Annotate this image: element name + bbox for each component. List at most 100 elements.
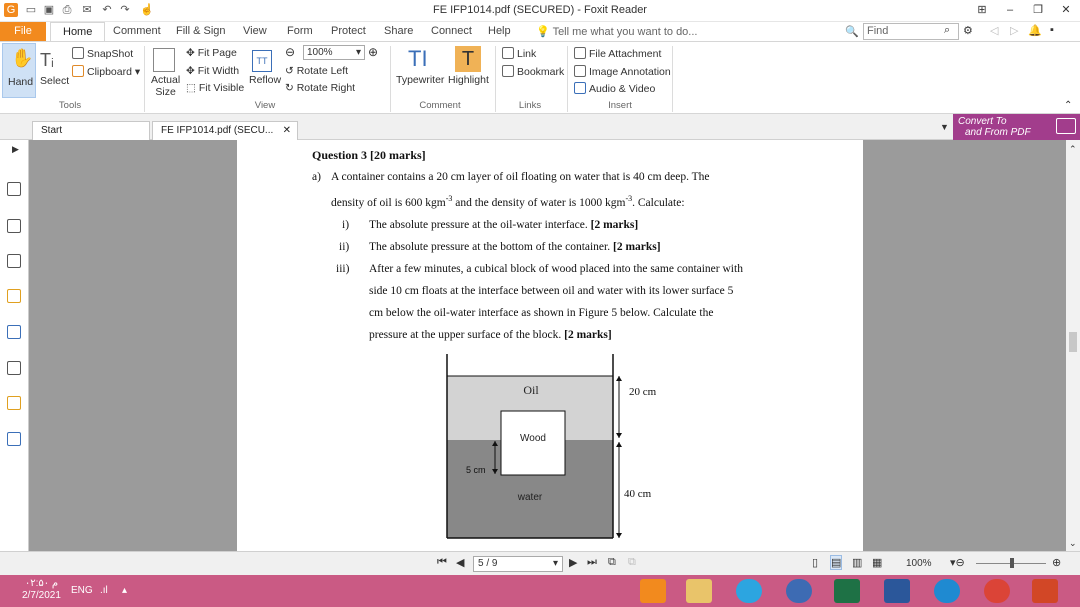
signal-icon[interactable]: .ıl [100, 585, 108, 596]
zoom-level[interactable]: 100% [906, 558, 932, 569]
tab-file[interactable]: File [0, 22, 46, 41]
prev-result-icon[interactable]: ◁ [990, 24, 998, 37]
language-indicator[interactable]: ENG [71, 585, 93, 596]
snapshot-button[interactable]: SnapShot [72, 47, 133, 60]
convert-pdf-banner[interactable]: Convert To and From PDF [953, 114, 1080, 140]
select-tool-button[interactable]: Select [40, 75, 69, 87]
chrome-icon[interactable] [984, 579, 1010, 603]
tab-fill-sign[interactable]: Fill & Sign [176, 25, 226, 37]
excel-icon[interactable] [834, 579, 860, 603]
tools-panel-icon[interactable] [7, 432, 21, 446]
iii-line-2: side 10 cm floats at the interface betwe… [369, 284, 734, 297]
bell-icon[interactable]: 🔔 [1028, 24, 1042, 37]
typewriter-button[interactable]: Typewriter [396, 74, 444, 86]
tab-connect[interactable]: Connect [431, 25, 472, 37]
tab-start[interactable]: Start [32, 121, 150, 140]
tray-expand-icon[interactable]: ▴ [122, 585, 127, 596]
a-text-4: . Calculate: [632, 196, 685, 209]
hand-tool-button[interactable]: ✋ Hand [2, 43, 36, 98]
next-view-icon[interactable]: ⧉ [628, 556, 636, 569]
a-label: a) [312, 171, 321, 183]
previous-view-icon[interactable]: ⧉ [608, 556, 616, 569]
image-annotation-button[interactable]: Image Annotation [574, 65, 671, 78]
continuous-facing-icon[interactable]: ▦ [872, 556, 882, 569]
comments-panel-icon[interactable] [7, 289, 21, 303]
clock[interactable]: م ۰۲:۵۰ 2/7/2021 [22, 578, 61, 602]
signature-panel-icon[interactable] [7, 361, 21, 375]
gear-icon[interactable]: ⚙ [963, 24, 973, 37]
tab-help[interactable]: Help [488, 25, 511, 37]
fit-visible-icon: ⬚ [186, 82, 199, 94]
facing-page-icon[interactable]: ▥ [852, 556, 862, 569]
search-icon[interactable]: ⌕ [944, 24, 950, 37]
rotate-left-icon: ↺ [285, 65, 297, 77]
group-tools-label: Tools [58, 100, 82, 111]
tab-protect[interactable]: Protect [331, 25, 366, 37]
security-panel-icon[interactable] [7, 396, 21, 410]
scroll-thumb[interactable] [1069, 332, 1077, 352]
reflow-button[interactable]: Reflow [249, 74, 281, 86]
continuous-page-icon[interactable]: ▤ [830, 555, 843, 570]
minimize-button[interactable]: – [1000, 2, 1020, 18]
vertical-scrollbar[interactable]: ⌃ ⌄ [1066, 140, 1080, 551]
snapshot-label: SnapShot [87, 48, 134, 60]
close-tab-icon[interactable]: ✕ [283, 125, 291, 136]
file-attachment-button[interactable]: File Attachment [574, 47, 661, 60]
powerpoint-icon[interactable] [1032, 579, 1058, 603]
bookmarks-panel-icon[interactable] [7, 182, 21, 196]
scroll-down-icon[interactable]: ⌄ [1069, 538, 1077, 549]
next-result-icon[interactable]: ▷ [1010, 24, 1018, 37]
zoom-select[interactable]: 100% ▾ [303, 45, 365, 60]
previous-page-icon[interactable]: ◀ [456, 556, 464, 569]
zoom-in-status-icon[interactable]: ⊕ [1052, 556, 1061, 569]
collapse-ribbon-icon[interactable]: ⌃ [1064, 100, 1072, 111]
zoom-in-icon[interactable]: ⊕ [368, 45, 378, 59]
dim-40-label: 40 cm [624, 488, 652, 500]
tab-list-icon[interactable]: ▼ [940, 122, 949, 132]
layers-panel-icon[interactable] [7, 254, 21, 268]
highlight-button[interactable]: Highlight [448, 74, 489, 86]
word-icon[interactable] [884, 579, 910, 603]
rotate-right-button[interactable]: ↻ Rotate Right [285, 82, 355, 94]
tab-home[interactable]: Home [50, 22, 106, 42]
app-icon[interactable] [786, 579, 812, 603]
actual-size-button[interactable]: Actual Size [151, 74, 180, 98]
dim-40-arrow-bottom [616, 533, 622, 538]
fit-page-button[interactable]: ✥ Fit Page [186, 47, 237, 59]
fit-visible-button[interactable]: ⬚ Fit Visible [186, 82, 244, 94]
audio-video-button[interactable]: Audio & Video [574, 82, 655, 95]
last-page-icon[interactable]: ⏭ [587, 556, 597, 569]
scroll-up-icon[interactable]: ⌃ [1069, 144, 1077, 155]
tab-view[interactable]: View [243, 25, 267, 37]
close-button[interactable]: ✕ [1056, 2, 1076, 18]
first-page-icon[interactable]: ⏮ [437, 556, 447, 569]
tab-share[interactable]: Share [384, 25, 413, 37]
rotate-left-button[interactable]: ↺ Rotate Left [285, 65, 348, 77]
link-button[interactable]: Link [502, 47, 536, 60]
single-page-icon[interactable]: ▯ [812, 556, 818, 569]
user-icon[interactable]: ▪ [1050, 24, 1054, 36]
tell-me-box[interactable]: 💡 Tell me what you want to do... [536, 25, 697, 38]
attachments-panel-icon[interactable] [7, 325, 21, 339]
tab-document[interactable]: FE IFP1014.pdf (SECU... ✕ [152, 121, 298, 140]
foxit-taskbar-icon[interactable] [640, 579, 666, 603]
next-page-icon[interactable]: ▶ [569, 556, 577, 569]
clipboard-button[interactable]: Clipboard ▾ [72, 65, 140, 78]
zoom-out-status-icon[interactable]: ▾⊖ [950, 556, 965, 569]
fit-width-button[interactable]: ✥ Fit Width [186, 65, 239, 77]
ribbon-options-icon[interactable]: ⊞ [972, 2, 992, 18]
pages-panel-icon[interactable] [7, 219, 21, 233]
bookmark-button[interactable]: Bookmark [502, 65, 564, 78]
internet-explorer-icon[interactable] [934, 579, 960, 603]
iii-line-3: cm below the oil-water interface as show… [369, 306, 714, 319]
tab-comment[interactable]: Comment [113, 25, 161, 37]
zoom-slider-thumb[interactable] [1010, 558, 1014, 568]
zoom-out-icon[interactable]: ⊖ [285, 45, 295, 59]
restore-button[interactable]: ❐ [1028, 2, 1048, 18]
file-explorer-icon[interactable] [686, 579, 712, 603]
page-number-input[interactable]: 5 / 9 ▾ [473, 556, 563, 572]
telegram-icon[interactable] [736, 579, 762, 603]
tab-form[interactable]: Form [287, 25, 313, 37]
highlight-icon: T [455, 46, 481, 72]
expand-panel-icon[interactable]: ▶ [12, 144, 19, 155]
